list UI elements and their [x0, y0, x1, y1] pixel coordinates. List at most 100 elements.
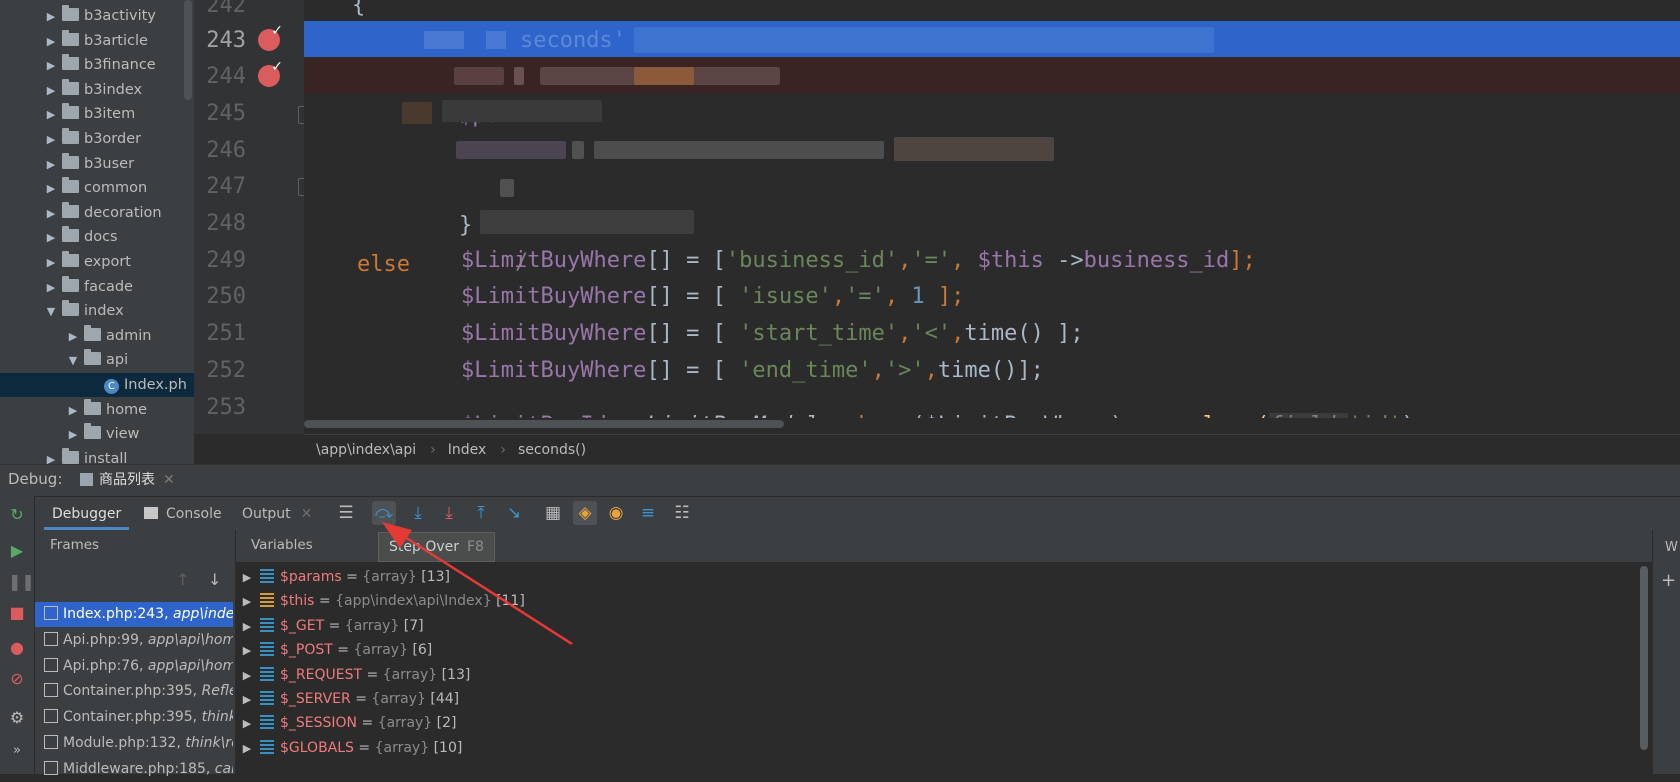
expand-arrow-icon[interactable]: ▶: [236, 590, 258, 614]
expand-arrow-icon[interactable]: ▶: [236, 664, 258, 688]
tab-console[interactable]: Console: [144, 498, 222, 530]
folder-icon: [62, 447, 79, 464]
frame-row[interactable]: Middleware.php:185, call: [35, 757, 233, 782]
tab-output[interactable]: Output ✕: [242, 498, 312, 530]
expand-arrow-icon[interactable]: ▶: [44, 5, 58, 29]
expand-arrow-icon[interactable]: ▶: [236, 737, 258, 761]
line-number: 245: [206, 101, 246, 126]
variables-scrollbar[interactable]: [1640, 566, 1648, 750]
tree-item-b3article[interactable]: ▶ b3article: [0, 29, 194, 53]
tree-item-b3user[interactable]: ▶ b3user: [0, 152, 194, 176]
tree-item-b3index[interactable]: ▶ b3index: [0, 78, 194, 102]
collapse-arrow-icon[interactable]: ▼: [66, 349, 80, 373]
variable-row[interactable]: ▶ $GLOBALS = {array} [10]: [236, 736, 462, 760]
frame-row[interactable]: Api.php:76, app\api\hom: [35, 654, 233, 679]
tree-item-facade[interactable]: ▶ facade: [0, 275, 194, 299]
code-line-251: $LimitBuyWhere[] = [ 'start_time','<',ti…: [461, 321, 1084, 346]
tree-item-index[interactable]: ▼ index: [0, 299, 194, 323]
frame-icon: [44, 631, 58, 646]
object-icon: [260, 593, 274, 608]
expand-arrow-icon[interactable]: ▶: [44, 202, 58, 226]
code-editor[interactable]: { $ seconds' $pa ( } else / $LimitBuyWhe…: [304, 0, 1680, 434]
expand-arrow-icon[interactable]: ▶: [44, 103, 58, 127]
expand-arrow-icon[interactable]: ▶: [44, 54, 58, 78]
expand-arrow-icon[interactable]: ▶: [66, 325, 80, 349]
tree-item-decoration[interactable]: ▶ decoration: [0, 201, 194, 225]
tab-debugger[interactable]: Debugger: [44, 498, 130, 530]
variable-row[interactable]: ▶ $_SERVER = {array} [44]: [236, 687, 459, 711]
expand-arrow-icon[interactable]: ▶: [236, 615, 258, 639]
folder-icon: [84, 349, 101, 366]
collapse-arrow-icon[interactable]: ▼: [44, 300, 58, 324]
tree-item-label: b3index: [84, 81, 143, 98]
restore-layout-icon[interactable]: ☷: [670, 501, 694, 525]
sort-values-icon[interactable]: ≡: [636, 501, 660, 525]
resume-icon[interactable]: ▶: [8, 542, 26, 560]
tree-item-label: api: [106, 352, 129, 369]
tree-item-api[interactable]: ▼ api: [0, 348, 194, 372]
variable-row[interactable]: ▶ $_REQUEST = {array} [13]: [236, 663, 470, 687]
expand-arrow-icon[interactable]: ▶: [66, 399, 80, 423]
expand-arrow-icon[interactable]: ▶: [236, 639, 258, 663]
editor-horizontal-scrollbar[interactable]: [304, 418, 1680, 434]
expand-arrow-icon[interactable]: ▶: [44, 251, 58, 275]
more-icon[interactable]: »: [8, 742, 26, 760]
frame-row[interactable]: Container.php:395, Reflec: [35, 679, 233, 704]
frame-row[interactable]: Module.php:132, think\rc: [35, 731, 233, 756]
watch-icon[interactable]: ◉: [604, 501, 628, 525]
line-number: 247: [206, 174, 246, 199]
breakpoint-icon[interactable]: [258, 23, 283, 51]
settings-icon[interactable]: ⚙: [8, 709, 26, 727]
expand-arrow-icon[interactable]: ▶: [44, 153, 58, 177]
line-number: 253: [206, 395, 246, 420]
pause-icon[interactable]: ❚❚: [8, 573, 35, 591]
rerun-icon[interactable]: ↻: [8, 506, 26, 524]
code-line-249: $LimitBuyWhere[] = ['business_id','=', $…: [461, 248, 1256, 273]
close-icon[interactable]: ✕: [301, 506, 313, 522]
show-execution-point-icon[interactable]: ☰: [334, 501, 358, 525]
folder-icon: [62, 300, 79, 317]
tree-item-view[interactable]: ▶ view: [0, 422, 194, 446]
tree-item-index-ph[interactable]: C Index.ph: [0, 373, 194, 397]
frame-row[interactable]: Api.php:99, app\api\hom: [35, 628, 233, 653]
expand-arrow-icon[interactable]: ▶: [236, 712, 258, 736]
debug-session-tab[interactable]: 商品列表 ✕: [72, 466, 185, 499]
expand-arrow-icon[interactable]: ▶: [44, 30, 58, 54]
up-arrow-icon[interactable]: ↑: [176, 570, 189, 589]
array-icon: [260, 642, 274, 657]
tree-scrollbar[interactable]: [184, 0, 192, 100]
code-line-245: (: [304, 94, 1680, 133]
frame-row[interactable]: Index.php:243, app\index: [35, 602, 233, 627]
expand-arrow-icon[interactable]: ▶: [44, 128, 58, 152]
expand-arrow-icon[interactable]: ▶: [44, 177, 58, 201]
expand-arrow-icon[interactable]: ▶: [236, 566, 258, 590]
tree-item-b3order[interactable]: ▶ b3order: [0, 127, 194, 151]
mute-breakpoints-icon[interactable]: ⊘: [8, 670, 26, 688]
frame-row[interactable]: Container.php:395, think: [35, 705, 233, 730]
down-arrow-icon[interactable]: ↓: [208, 570, 221, 589]
variable-row[interactable]: ▶ $_SESSION = {array} [2]: [236, 711, 457, 735]
add-watch-icon[interactable]: +: [1661, 570, 1676, 591]
tree-item-export[interactable]: ▶ export: [0, 250, 194, 274]
breadcrumb-method[interactable]: seconds(): [518, 442, 586, 458]
expand-arrow-icon[interactable]: ▶: [236, 688, 258, 712]
tree-item-docs[interactable]: ▶ docs: [0, 225, 194, 249]
expand-arrow-icon[interactable]: ▶: [44, 226, 58, 250]
tree-item-admin[interactable]: ▶ admin: [0, 324, 194, 348]
tree-item-home[interactable]: ▶ home: [0, 398, 194, 422]
tree-item-b3finance[interactable]: ▶ b3finance: [0, 53, 194, 77]
breadcrumb-class[interactable]: Index: [448, 442, 487, 458]
breadcrumb-path[interactable]: \app\index\api: [316, 442, 416, 458]
folder-icon: [62, 275, 79, 292]
tree-item-b3item[interactable]: ▶ b3item: [0, 102, 194, 126]
expand-arrow-icon[interactable]: ▶: [66, 423, 80, 447]
expand-arrow-icon[interactable]: ▶: [44, 79, 58, 103]
view-breakpoints-icon[interactable]: ●: [8, 639, 26, 657]
stop-icon[interactable]: ■: [8, 604, 26, 622]
folder-icon: [84, 324, 101, 341]
tree-item-common[interactable]: ▶ common: [0, 176, 194, 200]
close-icon[interactable]: ✕: [163, 472, 175, 488]
breakpoint-icon[interactable]: [258, 59, 283, 87]
expand-arrow-icon[interactable]: ▶: [44, 276, 58, 300]
tree-item-b3activity[interactable]: ▶ b3activity: [0, 4, 194, 28]
